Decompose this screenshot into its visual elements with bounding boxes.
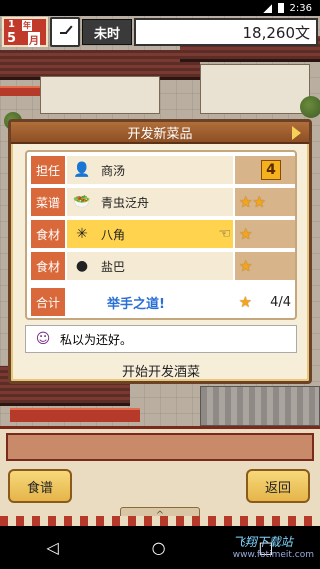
comment-box: ☺ 私以为还好。 xyxy=(25,325,297,353)
row-ingredient-2[interactable]: 食材 ● 盐巴 ★ xyxy=(31,252,295,280)
building-banner xyxy=(0,86,40,96)
building-banner xyxy=(10,408,140,422)
row-ingredient-1[interactable]: 食材 ✳ 八角 ☜ ★ xyxy=(31,220,295,248)
total-count: 4/4 xyxy=(270,294,291,310)
chef-name: 商汤 xyxy=(101,163,126,178)
watermark-main: 飞翔下载站 xyxy=(232,535,293,549)
dialog-title: 开发新菜品 xyxy=(127,126,193,142)
ingredient-1-field[interactable]: ✳ 八角 ☜ xyxy=(67,220,233,248)
back-button[interactable]: 返回 xyxy=(246,469,310,503)
decorative-border xyxy=(0,516,320,526)
pointer-hand-icon: ☜ xyxy=(218,226,231,242)
info-bar xyxy=(6,433,314,461)
clock-icon xyxy=(50,17,80,47)
nav-back-icon[interactable]: ◁ xyxy=(46,538,58,557)
star-icon: ★ xyxy=(239,193,253,211)
chef-level: 4 xyxy=(235,156,295,184)
row-label: 食材 xyxy=(31,252,65,280)
row-chef[interactable]: 担任 👤 商汤 4 xyxy=(31,156,295,184)
salt-icon: ● xyxy=(75,258,89,274)
battery-icon xyxy=(277,3,284,13)
dialog-title-bar: 开发新菜品 xyxy=(11,122,309,144)
ingredient-1-name: 八角 xyxy=(101,227,126,242)
ingredient-2-field[interactable]: ● 盐巴 xyxy=(67,252,233,280)
row-recipe[interactable]: 菜谱 🥗 青虫泛舟 ★ ★ xyxy=(31,188,295,216)
bottom-menu: 食谱 返回 ^ xyxy=(0,426,320,526)
total-row: 举手之道! ★ 4/4 xyxy=(67,288,295,316)
dish-icon: 🥗 xyxy=(73,194,91,210)
year-label: 年 xyxy=(22,20,32,31)
month-value: 5 xyxy=(7,31,17,46)
critic-face-icon: ☺ xyxy=(35,331,51,347)
ingredient-2-name: 盐巴 xyxy=(101,259,126,274)
chef-portrait-icon: 👤 xyxy=(73,162,91,178)
status-bar: 2:36 xyxy=(0,0,320,16)
recipe-book-button[interactable]: 食谱 xyxy=(8,469,72,503)
chef-field[interactable]: 👤 商汤 xyxy=(67,156,233,184)
star-icon: ★ xyxy=(238,293,253,311)
tree xyxy=(300,96,320,118)
start-develop-button[interactable]: 开始开发酒菜 xyxy=(71,359,251,381)
next-arrow-icon[interactable] xyxy=(292,126,301,140)
star-icon: ★ xyxy=(252,193,266,211)
month-label: 月 xyxy=(28,32,40,47)
signal-icon xyxy=(262,3,272,13)
level-badge: 4 xyxy=(261,160,281,180)
nav-home-icon[interactable]: ○ xyxy=(152,538,166,557)
date-display: 1 年 5 月 xyxy=(2,17,48,47)
ingredient-2-rating: ★ xyxy=(235,252,295,280)
recipe-name: 青虫泛舟 xyxy=(101,195,150,210)
row-label: 食材 xyxy=(31,220,65,248)
money-display: 18,260文 xyxy=(134,18,318,46)
comment-text: 私以为还好。 xyxy=(60,332,133,347)
total-label: 合计 xyxy=(31,288,65,316)
row-label: 菜谱 xyxy=(31,188,65,216)
watermark: 飞翔下载站 www.fotimeit.com xyxy=(233,533,314,560)
star-icon: ★ xyxy=(239,225,253,243)
develop-dish-dialog: 开发新菜品 担任 👤 商汤 4 菜谱 🥗 青虫泛舟 ★ ★ 食材 ✳ 八角 ☜ … xyxy=(8,119,312,384)
ingredient-1-rating: ★ xyxy=(235,220,295,248)
building-wall xyxy=(200,64,310,114)
combo-title: 举手之道! xyxy=(107,296,165,312)
status-time: 2:36 xyxy=(289,2,312,14)
dish-panel: 担任 👤 商汤 4 菜谱 🥗 青虫泛舟 ★ ★ 食材 ✳ 八角 ☜ ★ 食材 ●… xyxy=(25,150,297,320)
watermark-url: www.fotimeit.com xyxy=(232,550,314,560)
year-value: 1 xyxy=(8,19,15,30)
recipe-rating: ★ ★ xyxy=(235,188,295,216)
grey-roof xyxy=(200,386,320,426)
time-of-day: 未时 xyxy=(82,19,132,45)
row-label: 担任 xyxy=(31,156,65,184)
star-icon: ★ xyxy=(239,257,253,275)
building-wall xyxy=(40,76,160,114)
recipe-field[interactable]: 🥗 青虫泛舟 xyxy=(67,188,233,216)
star-anise-icon: ✳ xyxy=(76,226,88,242)
